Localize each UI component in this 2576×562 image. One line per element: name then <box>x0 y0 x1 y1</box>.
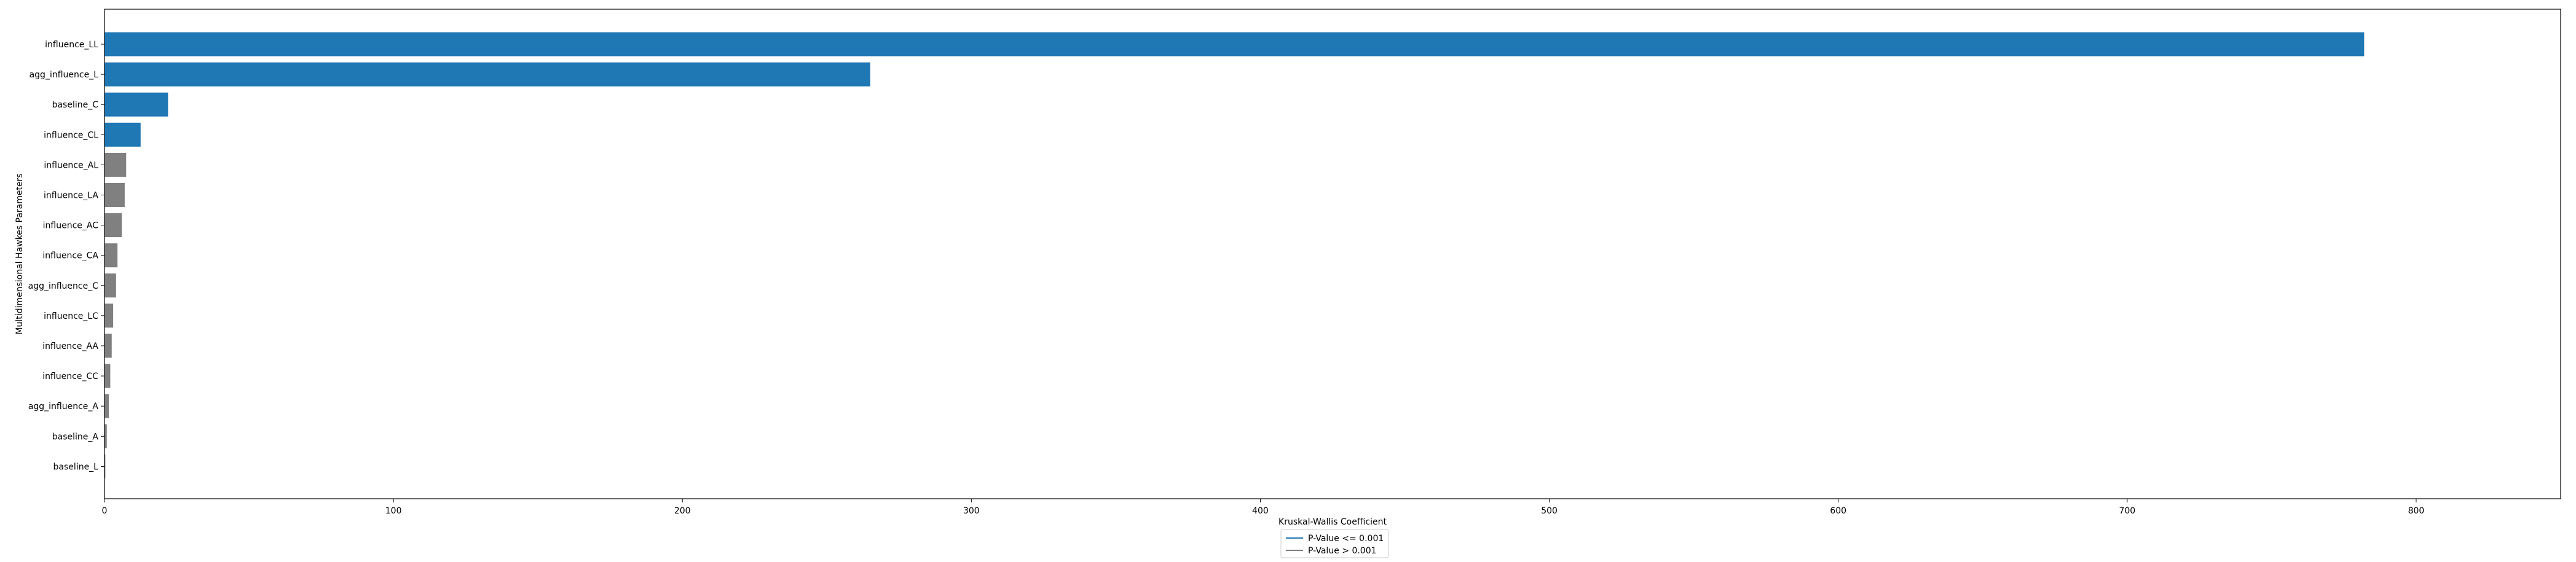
legend-label: P-Value > 0.001 <box>1308 546 1377 556</box>
bar-influence-CC <box>104 364 111 388</box>
bar-agg-influence-C <box>104 273 116 298</box>
bar-agg-influence-A <box>104 394 109 418</box>
bar-influence-LA <box>104 183 125 207</box>
bar-influence-LL <box>104 32 2365 57</box>
bar-influence-CA <box>104 243 118 268</box>
x-tick-label: 100 <box>385 506 402 516</box>
legend-label: P-Value <= 0.001 <box>1308 534 1384 544</box>
x-tick-label: 800 <box>2408 506 2425 516</box>
bar-influence-LC <box>104 303 114 328</box>
y-tick-label: influence_CA <box>42 251 98 261</box>
x-tick-label: 400 <box>1252 506 1269 516</box>
bar-agg-influence-L <box>104 62 870 87</box>
bars-group <box>104 32 2365 478</box>
bar-chart: influence_LL agg_influence_L baseline_Cinf… <box>15 9 2561 558</box>
legend: P-Value <= 0.001 P-Value > 0.001 <box>1280 529 1389 558</box>
y-axis-label: Multidimensional Hawkes Parameters <box>15 173 25 334</box>
y-tick-label: agg_influence_C <box>28 281 99 291</box>
bar-influence-CL <box>104 122 141 147</box>
bar-influence-AA <box>104 334 112 358</box>
bar-influence-AC <box>104 213 122 238</box>
bar-influence-AL <box>104 152 127 177</box>
x-ticks-group: 0 100 200 300 400 500 600 700 800 <box>102 499 2425 516</box>
y-tick-label: baseline_C <box>52 100 99 110</box>
x-tick-label: 700 <box>2119 506 2135 516</box>
y-ticks-group: influence_LL agg_influence_L baseline_Cinf… <box>28 40 104 472</box>
bar-baseline-C <box>104 92 168 117</box>
x-tick-label: 600 <box>1830 506 1846 516</box>
x-axis-label: Kruskal-Wallis Coefficient <box>1278 517 1387 527</box>
y-tick-label: baseline_L <box>53 462 99 472</box>
y-tick-label: influence_LC <box>44 311 98 321</box>
y-tick-label: influence_CL <box>44 130 98 140</box>
x-tick-label: 0 <box>102 506 108 516</box>
y-tick-label: influence_AL <box>44 160 98 170</box>
y-tick-label: agg_influence_A <box>28 402 99 412</box>
y-tick-label: influence_LA <box>44 191 98 201</box>
y-tick-label: baseline_A <box>52 432 99 442</box>
y-tick-label: influence_AC <box>43 221 99 231</box>
y-tick-label: influence_LL <box>45 40 98 50</box>
x-tick-label: 500 <box>1541 506 1558 516</box>
x-tick-label: 200 <box>674 506 691 516</box>
y-tick-label: influence_AA <box>42 341 98 351</box>
x-tick-label: 300 <box>963 506 980 516</box>
y-tick-label: influence_CC <box>42 372 98 381</box>
y-tick-label: agg_influence_L <box>30 70 99 80</box>
